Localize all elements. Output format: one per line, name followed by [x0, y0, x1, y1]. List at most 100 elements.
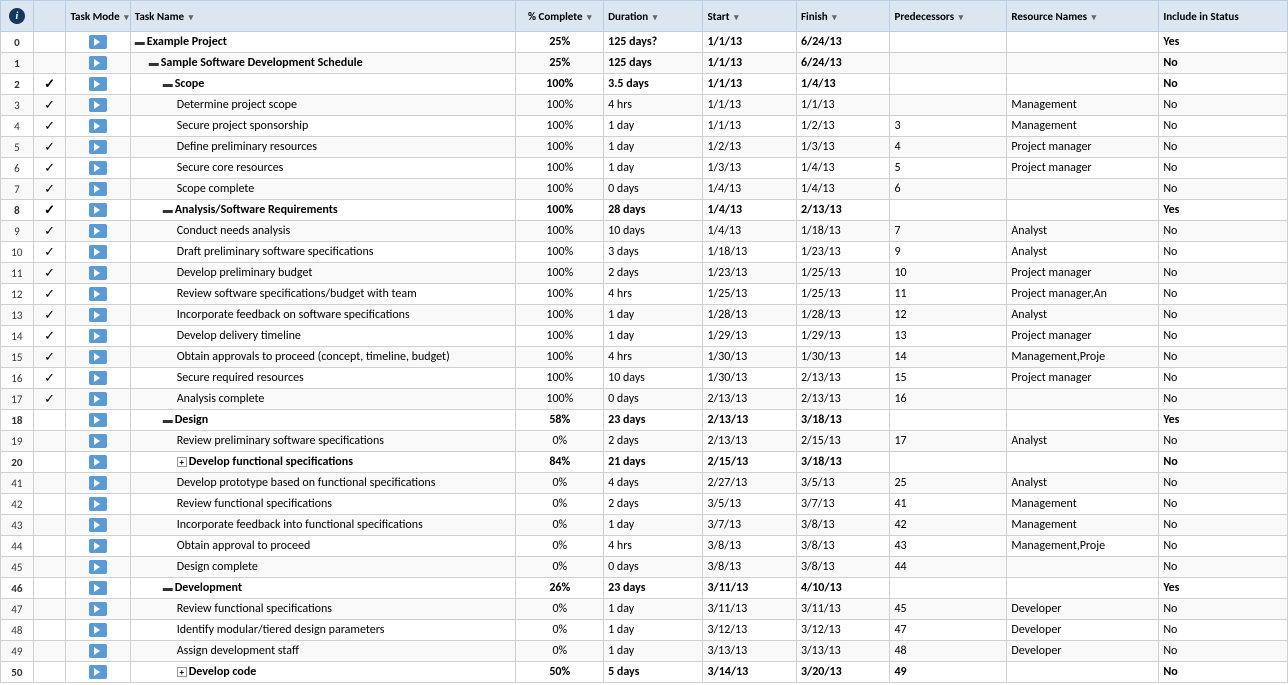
table-row[interactable]: 0▬Example Project25%125 days?1/1/136/24/…: [1, 32, 1288, 53]
row-task-name[interactable]: Scope complete: [130, 179, 516, 200]
row-task-name[interactable]: Obtain approvals to proceed (concept, ti…: [130, 347, 516, 368]
row-task-name[interactable]: ▬Scope: [130, 74, 516, 95]
row-start: 3/11/13: [703, 599, 797, 620]
row-task-name[interactable]: Review functional specifications: [130, 599, 516, 620]
header-resource[interactable]: Resource Names ▾: [1007, 1, 1159, 32]
table-row[interactable]: 3✓Determine project scope100%4 hrs1/1/13…: [1, 95, 1288, 116]
header-predecessors[interactable]: Predecessors ▾: [890, 1, 1007, 32]
row-task-name[interactable]: Analysis complete: [130, 389, 516, 410]
header-finish[interactable]: Finish ▾: [796, 1, 890, 32]
row-task-name[interactable]: Develop delivery timeline: [130, 326, 516, 347]
table-row[interactable]: 7✓Scope complete100%0 days1/4/131/4/136N…: [1, 179, 1288, 200]
row-start: 1/23/13: [703, 263, 797, 284]
header-include[interactable]: Include in Status: [1159, 1, 1288, 32]
row-task-name[interactable]: Identify modular/tiered design parameter…: [130, 620, 516, 641]
expand-icon[interactable]: +: [177, 667, 187, 677]
row-task-name[interactable]: Develop preliminary budget: [130, 263, 516, 284]
row-task-name[interactable]: +Develop code: [130, 662, 516, 683]
table-row[interactable]: 13✓Incorporate feedback on software spec…: [1, 305, 1288, 326]
row-pct: 100%: [516, 242, 604, 263]
row-task-name[interactable]: Design complete: [130, 557, 516, 578]
table-row[interactable]: 43Incorporate feedback into functional s…: [1, 515, 1288, 536]
row-task-name[interactable]: Review software specifications/budget wi…: [130, 284, 516, 305]
row-task-name[interactable]: Draft preliminary software specification…: [130, 242, 516, 263]
header-pct[interactable]: % Complete ▾: [516, 1, 604, 32]
collapse-icon[interactable]: ▬: [163, 581, 173, 594]
row-task-name[interactable]: Secure project sponsorship: [130, 116, 516, 137]
row-duration: 5 days: [604, 662, 703, 683]
table-row[interactable]: 19Review preliminary software specificat…: [1, 431, 1288, 452]
resource-sort: ▾: [1092, 12, 1097, 23]
task-name-text: Secure required resources: [177, 371, 304, 385]
row-task-name[interactable]: Determine project scope: [130, 95, 516, 116]
row-task-name[interactable]: Incorporate feedback on software specifi…: [130, 305, 516, 326]
table-row[interactable]: 15✓Obtain approvals to proceed (concept,…: [1, 347, 1288, 368]
table-row[interactable]: 2✓▬Scope100%3.5 days1/1/131/4/13No: [1, 74, 1288, 95]
table-row[interactable]: 10✓Draft preliminary software specificat…: [1, 242, 1288, 263]
row-predecessors: 10: [890, 263, 1007, 284]
row-task-name[interactable]: Review preliminary software specificatio…: [130, 431, 516, 452]
table-row[interactable]: 41Develop prototype based on functional …: [1, 473, 1288, 494]
row-pct: 0%: [516, 515, 604, 536]
collapse-icon[interactable]: ▬: [163, 413, 173, 426]
row-task-name[interactable]: ▬Development: [130, 578, 516, 599]
row-task-name[interactable]: ▬Analysis/Software Requirements: [130, 200, 516, 221]
table-row[interactable]: 12✓Review software specifications/budget…: [1, 284, 1288, 305]
row-task-mode: [66, 410, 130, 431]
table-row[interactable]: 46▬Development26%23 days3/11/134/10/13Ye…: [1, 578, 1288, 599]
row-check: ✓: [33, 389, 66, 410]
row-duration: 1 day: [604, 305, 703, 326]
table-row[interactable]: 4✓Secure project sponsorship100%1 day1/1…: [1, 116, 1288, 137]
table-row[interactable]: 20+Develop functional specifications84%2…: [1, 452, 1288, 473]
table-row[interactable]: 16✓Secure required resources100%10 days1…: [1, 368, 1288, 389]
header-start[interactable]: Start ▾: [703, 1, 797, 32]
table-row[interactable]: 1▬Sample Software Development Schedule25…: [1, 53, 1288, 74]
table-row[interactable]: 8✓▬Analysis/Software Requirements100%28 …: [1, 200, 1288, 221]
row-include: Yes: [1159, 200, 1288, 221]
expand-icon[interactable]: +: [177, 457, 187, 467]
collapse-icon[interactable]: ▬: [135, 35, 145, 48]
row-task-name[interactable]: ▬Design: [130, 410, 516, 431]
table-row[interactable]: 50+Develop code50%5 days3/14/133/20/1349…: [1, 662, 1288, 683]
row-task-name[interactable]: Secure required resources: [130, 368, 516, 389]
header-task-name[interactable]: Task Name ▾: [130, 1, 516, 32]
header-duration[interactable]: Duration ▾: [604, 1, 703, 32]
table-row[interactable]: 9✓Conduct needs analysis100%10 days1/4/1…: [1, 221, 1288, 242]
row-task-name[interactable]: Conduct needs analysis: [130, 221, 516, 242]
table-row[interactable]: 48Identify modular/tiered design paramet…: [1, 620, 1288, 641]
row-task-mode: [66, 557, 130, 578]
row-task-name[interactable]: Review functional specifications: [130, 494, 516, 515]
collapse-icon[interactable]: ▬: [149, 56, 159, 69]
row-task-name[interactable]: +Develop functional specifications: [130, 452, 516, 473]
task-name-text: Define preliminary resources: [177, 140, 317, 154]
row-predecessors: [890, 74, 1007, 95]
row-task-name[interactable]: Assign development staff: [130, 641, 516, 662]
row-pct: 25%: [516, 53, 604, 74]
table-row[interactable]: 5✓Define preliminary resources100%1 day1…: [1, 137, 1288, 158]
table-row[interactable]: 14✓Develop delivery timeline100%1 day1/2…: [1, 326, 1288, 347]
row-resource: [1007, 32, 1159, 53]
table-row[interactable]: 44Obtain approval to proceed0%4 hrs3/8/1…: [1, 536, 1288, 557]
row-task-name[interactable]: Obtain approval to proceed: [130, 536, 516, 557]
table-row[interactable]: 17✓Analysis complete100%0 days2/13/132/1…: [1, 389, 1288, 410]
table-row[interactable]: 42Review functional specifications0%2 da…: [1, 494, 1288, 515]
table-row[interactable]: 45Design complete0%0 days3/8/133/8/1344N…: [1, 557, 1288, 578]
row-finish: 1/1/13: [796, 95, 890, 116]
table-row[interactable]: 11✓Develop preliminary budget100%2 days1…: [1, 263, 1288, 284]
gantt-table-wrapper[interactable]: i Task Mode ▾ Task Name ▾ % Complete ▾ D…: [0, 0, 1288, 685]
row-include: No: [1159, 116, 1288, 137]
row-task-name[interactable]: Develop prototype based on functional sp…: [130, 473, 516, 494]
row-task-name[interactable]: ▬Sample Software Development Schedule: [130, 53, 516, 74]
table-row[interactable]: 18▬Design58%23 days2/13/133/18/13Yes: [1, 410, 1288, 431]
row-task-name[interactable]: ▬Example Project: [130, 32, 516, 53]
collapse-icon[interactable]: ▬: [163, 77, 173, 90]
collapse-icon[interactable]: ▬: [163, 203, 173, 216]
table-row[interactable]: 6✓Secure core resources100%1 day1/3/131/…: [1, 158, 1288, 179]
row-task-name[interactable]: Define preliminary resources: [130, 137, 516, 158]
row-task-name[interactable]: Incorporate feedback into functional spe…: [130, 515, 516, 536]
header-task-mode[interactable]: Task Mode ▾: [66, 1, 130, 32]
table-row[interactable]: 47Review functional specifications0%1 da…: [1, 599, 1288, 620]
row-resource: [1007, 578, 1159, 599]
table-row[interactable]: 49Assign development staff0%1 day3/13/13…: [1, 641, 1288, 662]
row-task-name[interactable]: Secure core resources: [130, 158, 516, 179]
